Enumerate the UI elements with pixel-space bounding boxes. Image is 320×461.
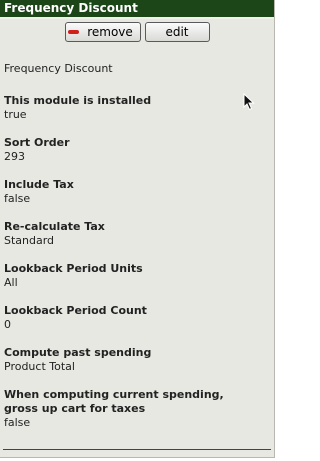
field-recalculate-tax: Re-calculate Tax Standard [4, 220, 274, 248]
field-label: Sort Order [4, 136, 70, 149]
field-lookback-units: Lookback Period Units All [4, 262, 274, 290]
module-details: Frequency Discount This module is instal… [0, 63, 274, 430]
action-buttons: remove edit [0, 22, 274, 44]
field-value: false [4, 192, 31, 205]
field-gross-up-cart: When computing current spending, gross u… [4, 388, 274, 430]
module-description: Frequency Discount [4, 62, 113, 75]
remove-button-label: remove [87, 25, 133, 39]
field-value: All [4, 276, 18, 289]
field-include-tax: Include Tax false [4, 178, 274, 206]
field-value: 0 [4, 318, 11, 331]
field-label: Compute past spending [4, 346, 152, 359]
footer-divider [3, 449, 271, 450]
remove-button[interactable]: remove [64, 22, 141, 42]
edit-button[interactable]: edit [144, 22, 210, 42]
minus-icon [68, 30, 80, 34]
field-label: This module is installed [4, 94, 152, 107]
field-value: Standard [4, 234, 55, 247]
field-label: When computing current spending, [4, 388, 224, 401]
field-compute-past-spending: Compute past spending Product Total [4, 346, 274, 374]
field-label: Include Tax [4, 178, 74, 191]
field-value: 293 [4, 150, 25, 163]
field-value: true [4, 108, 27, 121]
edit-button-label: edit [165, 25, 189, 39]
panel-title: Frequency Discount [0, 0, 274, 19]
module-info-panel: Frequency Discount remove edit Frequency… [0, 0, 275, 458]
field-label-line2: gross up cart for taxes [4, 402, 146, 415]
field-label: Lookback Period Units [4, 262, 143, 275]
field-label: Lookback Period Count [4, 304, 147, 317]
field-installed: This module is installed true [4, 94, 274, 122]
mouse-cursor-icon [243, 93, 255, 111]
field-label: Re-calculate Tax [4, 220, 105, 233]
field-sort-order: Sort Order 293 [4, 136, 274, 164]
field-lookback-count: Lookback Period Count 0 [4, 304, 274, 332]
field-value: Product Total [4, 360, 75, 373]
field-value: false [4, 416, 31, 429]
